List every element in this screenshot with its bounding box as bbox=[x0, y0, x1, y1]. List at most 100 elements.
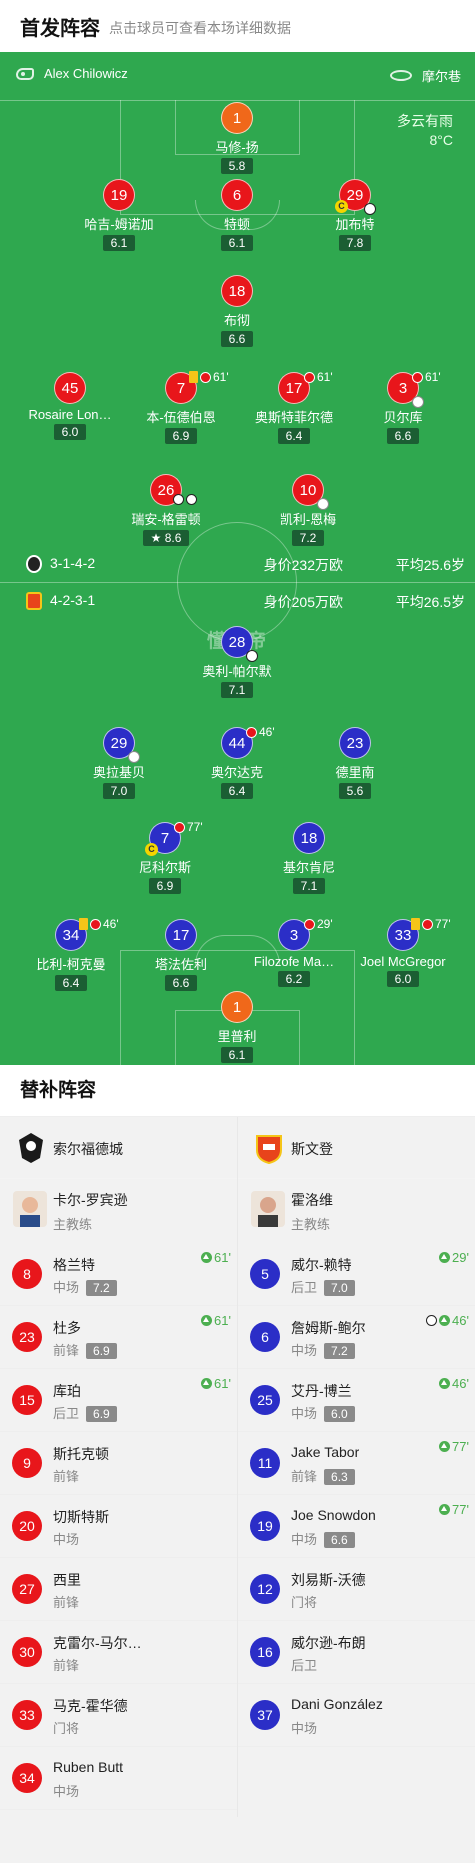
home-player-29[interactable]: 29 C 加布特 7.8 bbox=[295, 179, 415, 252]
coach-avatar bbox=[13, 1191, 47, 1227]
away-player-23[interactable]: 23 德里南 5.6 bbox=[295, 727, 415, 800]
home-team-row[interactable]: 索尔福德城 bbox=[0, 1117, 237, 1179]
sub-in-minute: 29' bbox=[439, 1250, 469, 1265]
coach-name: 霍洛维 bbox=[291, 1192, 333, 1208]
home-player-26[interactable]: 26 瑞安-格雷顿 ★ 8.6 bbox=[106, 474, 226, 547]
away-player-28[interactable]: 28 奥利-帕尔默 7.1 bbox=[177, 626, 297, 699]
goal-ball-icon bbox=[186, 494, 197, 505]
sub-player-row[interactable]: 15 库珀 后卫 6.9 61' bbox=[0, 1369, 237, 1432]
player-number: 29 bbox=[346, 186, 364, 204]
player-number: 17 bbox=[165, 919, 197, 951]
player-name: 比利-柯克曼 bbox=[36, 957, 106, 972]
away-coach-row[interactable]: 霍洛维 主教练 bbox=[238, 1179, 475, 1243]
away-avg-age: 平均26.5岁 bbox=[395, 594, 465, 610]
home-player-10[interactable]: 10 凯利-恩梅 7.2 bbox=[248, 474, 368, 547]
player-name: 切斯特斯 bbox=[53, 1509, 109, 1525]
stadium-icon bbox=[389, 70, 412, 81]
player-name: 格兰特 bbox=[53, 1257, 95, 1273]
away-player-1[interactable]: 1 里普利 6.1 bbox=[177, 991, 297, 1064]
home-team-logo-icon bbox=[26, 555, 42, 573]
player-position-line: 门将 bbox=[53, 1718, 79, 1737]
player-rating: 5.6 bbox=[338, 783, 372, 799]
coach-role: 主教练 bbox=[53, 1217, 93, 1232]
sub-player-row[interactable]: 19 Joe Snowdon 中场 6.6 77' bbox=[238, 1495, 475, 1558]
coach-name: 卡尔-罗宾逊 bbox=[53, 1192, 128, 1208]
minute-text: 61' bbox=[214, 1313, 231, 1328]
player-rating: 7.0 bbox=[102, 783, 136, 799]
sub-in-minute: 61' bbox=[201, 1313, 231, 1328]
sub-player-row[interactable]: 23 杜多 前锋 6.9 61' bbox=[0, 1306, 237, 1369]
player-number: 25 bbox=[250, 1385, 280, 1415]
sub-player-row[interactable]: 34 Ruben Butt 中场 bbox=[0, 1747, 237, 1810]
sub-player-row[interactable]: 9 斯托克顿 前锋 bbox=[0, 1432, 237, 1495]
yellow-card-icon bbox=[189, 371, 198, 383]
player-position-line: 中场 7.2 bbox=[291, 1340, 355, 1359]
player-rating: 6.1 bbox=[102, 235, 136, 251]
sub-in-minute: 77' bbox=[439, 1439, 469, 1454]
event-minute: 77' bbox=[187, 820, 203, 834]
away-player-44[interactable]: 44 奥尔达克 6.4 bbox=[177, 727, 297, 800]
home-player-1[interactable]: 1 马修-扬 5.8 bbox=[177, 102, 297, 175]
away-player-18[interactable]: 18 基尔肯尼 7.1 bbox=[249, 822, 369, 895]
event-minute: 61' bbox=[213, 370, 229, 384]
home-subs-column: 索尔福德城 卡尔-罗宾逊 主教练 8 格兰特 中场 7.2 61' 23 杜多 前锋 6.9 61… bbox=[0, 1117, 237, 1810]
sub-player-row[interactable]: 25 艾丹-博兰 中场 6.0 46' bbox=[238, 1369, 475, 1432]
away-player-3[interactable]: 3 Filozofe Ma… 6.2 bbox=[234, 919, 354, 988]
sub-in-minute: 61' bbox=[201, 1376, 231, 1391]
home-player-19[interactable]: 19 哈吉-姆诺加 6.1 bbox=[59, 179, 179, 252]
home-player-18[interactable]: 18 布彻 6.6 bbox=[177, 275, 297, 348]
home-coach-row[interactable]: 卡尔-罗宾逊 主教练 bbox=[0, 1179, 237, 1243]
away-player-29[interactable]: 29 奥拉基贝 7.0 bbox=[59, 727, 179, 800]
sub-in-minute: 46' bbox=[439, 1376, 469, 1391]
whistle-icon bbox=[16, 67, 34, 80]
player-name: 布彻 bbox=[223, 313, 250, 328]
player-number: 7 bbox=[160, 829, 170, 847]
sub-player-row[interactable]: 5 威尔-赖特 后卫 7.0 29' bbox=[238, 1243, 475, 1306]
player-7-events: 61' bbox=[189, 370, 229, 384]
player-number: 8 bbox=[12, 1259, 42, 1289]
player-name: 西里 bbox=[53, 1572, 81, 1588]
away-player-7[interactable]: 7 C 尼科尔斯 6.9 bbox=[105, 822, 225, 895]
sub-player-row[interactable]: 16 威尔逊-布朗 后卫 bbox=[238, 1621, 475, 1684]
home-player-6[interactable]: 6 特顿 6.1 bbox=[177, 179, 297, 252]
sub-player-row[interactable]: 6 詹姆斯-鲍尔 中场 7.2 46' bbox=[238, 1306, 475, 1369]
minute-text: 46' bbox=[452, 1313, 469, 1328]
event-minute: 61' bbox=[425, 370, 441, 384]
sub-player-row[interactable]: 12 刘易斯-沃德 门将 bbox=[238, 1558, 475, 1621]
sub-player-row[interactable]: 8 格兰特 中场 7.2 61' bbox=[0, 1243, 237, 1306]
sub-player-row[interactable]: 11 Jake Tabor 前锋 6.3 77' bbox=[238, 1432, 475, 1495]
lineup-title: 首发阵容 bbox=[20, 17, 100, 40]
player-name: Joel McGregor bbox=[360, 954, 446, 969]
home-player-45[interactable]: 45 Rosaire Lon… 6.0 bbox=[10, 372, 130, 441]
sub-player-row[interactable]: 33 马克-霍华德 门将 bbox=[0, 1684, 237, 1747]
player-number: 15 bbox=[12, 1385, 42, 1415]
player-position: 后卫 bbox=[291, 1280, 318, 1295]
player-name: 贝尔库 bbox=[383, 410, 423, 425]
player-rating: 6.6 bbox=[220, 331, 254, 347]
player-name: 奥拉基贝 bbox=[92, 765, 145, 780]
away-team-row[interactable]: 斯文登 bbox=[238, 1117, 475, 1179]
home-player-17[interactable]: 17 奥斯特菲尔德 6.4 bbox=[234, 372, 354, 445]
player-position: 前锋 bbox=[53, 1658, 80, 1673]
home-player-3[interactable]: 3 贝尔库 6.6 bbox=[343, 372, 463, 445]
home-team-name: 索尔福德城 bbox=[53, 1141, 123, 1157]
player-rating: 6.6 bbox=[164, 975, 198, 991]
sub-player-row[interactable]: 37 Dani González 中场 bbox=[238, 1684, 475, 1747]
player-position: 中场 bbox=[53, 1532, 80, 1547]
sub-player-row[interactable]: 27 西里 前锋 bbox=[0, 1558, 237, 1621]
away-sub-list: 5 威尔-赖特 后卫 7.0 29' 6 詹姆斯-鲍尔 中场 7.2 46' 25 艾丹-博兰 中场 6.… bbox=[238, 1243, 475, 1747]
player-name: 艾丹-博兰 bbox=[291, 1383, 352, 1399]
player-rating: 6.1 bbox=[220, 1047, 254, 1063]
player-rating: 6.2 bbox=[277, 971, 311, 987]
sub-player-row[interactable]: 20 切斯特斯 中场 bbox=[0, 1495, 237, 1558]
player-17-events: 61' bbox=[304, 370, 333, 384]
event-minute: 29' bbox=[317, 917, 333, 931]
sub-player-row[interactable]: 30 克雷尔-马尔… 前锋 bbox=[0, 1621, 237, 1684]
away-formation: 4-2-3-1 bbox=[50, 592, 96, 608]
away-player-17[interactable]: 17 塔法佐利 6.6 bbox=[121, 919, 241, 992]
player-name: 德里南 bbox=[335, 765, 375, 780]
player-rating: ★ 8.6 bbox=[142, 530, 190, 546]
player-rating: 6.1 bbox=[220, 235, 254, 251]
player-name: Rosaire Lon… bbox=[28, 407, 112, 422]
player-position-line: 中场 7.2 bbox=[53, 1277, 117, 1296]
